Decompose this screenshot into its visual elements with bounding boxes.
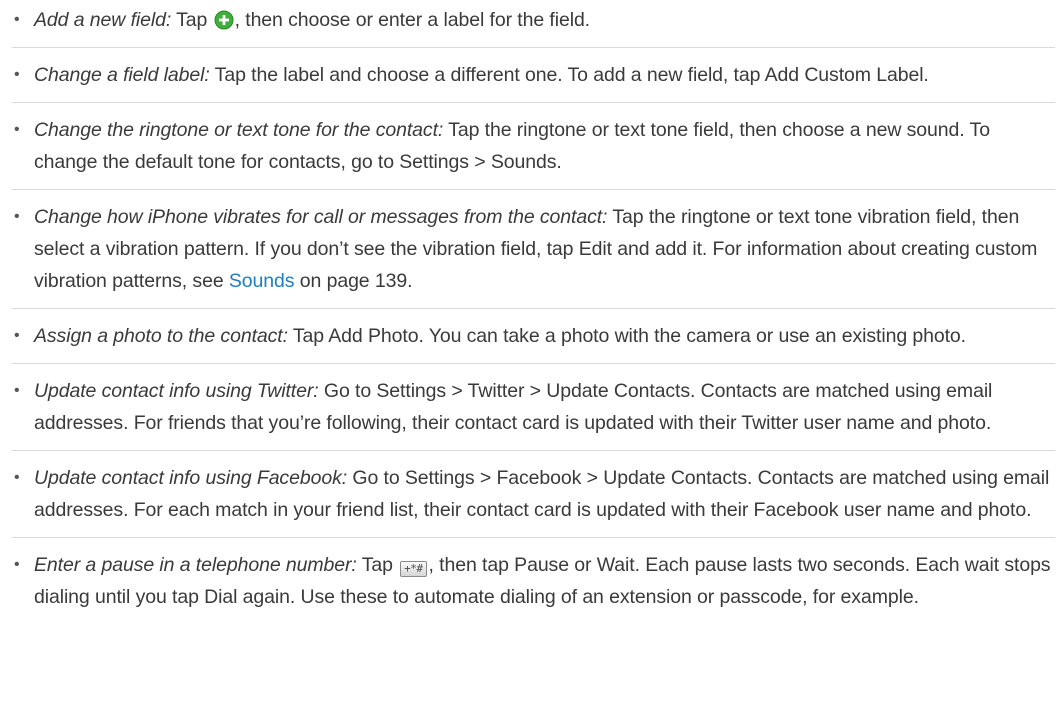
item-text: Tap — [176, 9, 208, 31]
bullet: • — [14, 66, 20, 83]
sounds-link[interactable]: Sounds — [229, 270, 295, 292]
list-item-change-label: • Change a field label: Tap the label an… — [12, 48, 1055, 103]
list-item-change-ringtone: • Change the ringtone or text tone for t… — [12, 103, 1055, 190]
bullet-list: • Add a new field: Tap , then choose or … — [12, 0, 1055, 624]
item-term: Change the ringtone or text tone for the… — [34, 119, 444, 141]
bullet: • — [14, 208, 20, 225]
item-term: Update contact info using Twitter: — [34, 380, 319, 402]
keypad-symbols-icon: +*# — [400, 561, 427, 577]
item-term: Change how iPhone vibrates for call or m… — [34, 206, 608, 228]
item-term: Enter a pause in a telephone number: — [34, 554, 357, 576]
item-text: Tap — [361, 554, 393, 576]
list-item-pause: • Enter a pause in a telephone number: T… — [12, 538, 1055, 624]
add-circle-icon — [214, 10, 234, 30]
bullet: • — [14, 556, 20, 573]
item-term: Add a new field: — [34, 9, 172, 31]
list-item-twitter: • Update contact info using Twitter: Go … — [12, 364, 1055, 451]
bullet: • — [14, 469, 20, 486]
bullet: • — [14, 382, 20, 399]
document-page: • Add a new field: Tap , then choose or … — [0, 0, 1063, 713]
item-text: Tap the label and choose a different one… — [214, 64, 929, 86]
list-item-facebook: • Update contact info using Facebook: Go… — [12, 451, 1055, 538]
bullet: • — [14, 121, 20, 138]
item-term: Change a field label: — [34, 64, 210, 86]
item-term: Update contact info using Facebook: — [34, 467, 348, 489]
list-item-change-vibration: • Change how iPhone vibrates for call or… — [12, 190, 1055, 309]
bullet: • — [14, 11, 20, 28]
item-text-after: , then choose or enter a label for the f… — [234, 9, 591, 31]
list-item-assign-photo: • Assign a photo to the contact: Tap Add… — [12, 309, 1055, 364]
list-item-add-field: • Add a new field: Tap , then choose or … — [12, 0, 1055, 48]
item-term: Assign a photo to the contact: — [34, 325, 288, 347]
item-text-after: on page 139. — [299, 270, 413, 292]
item-text: Tap Add Photo. You can take a photo with… — [292, 325, 966, 347]
bullet: • — [14, 327, 20, 344]
